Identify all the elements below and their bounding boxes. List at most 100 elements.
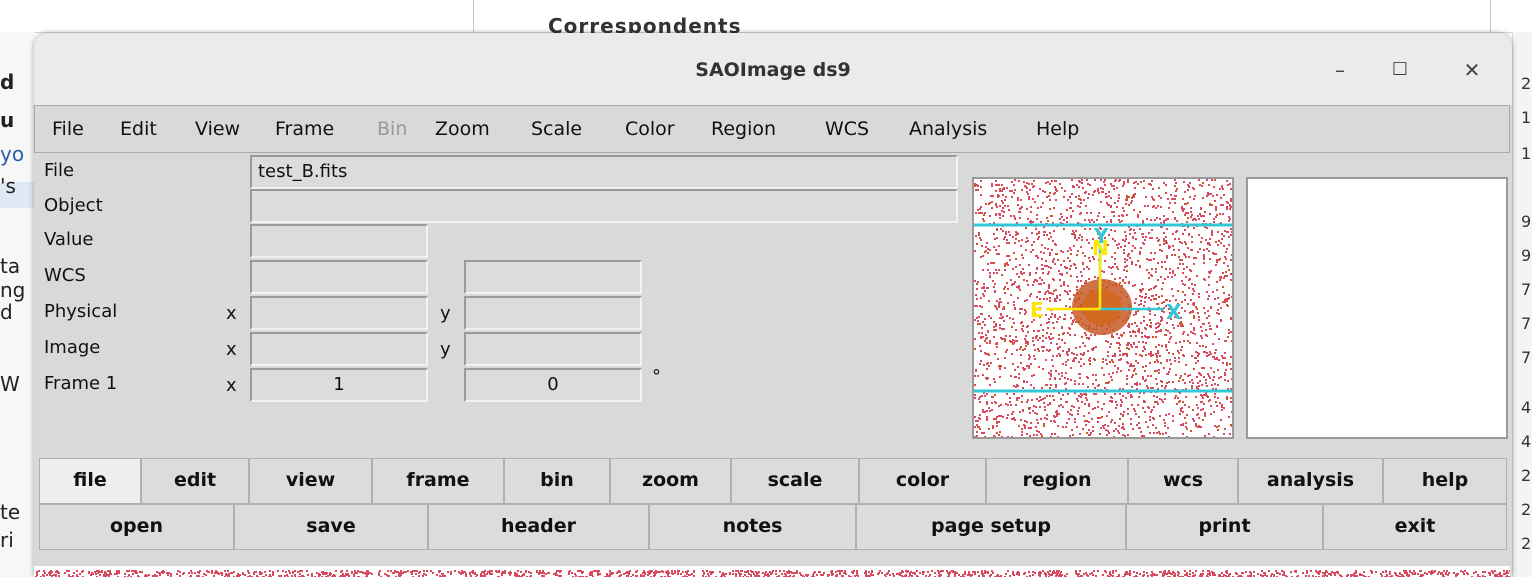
physical-label: Physical	[44, 301, 118, 322]
menu-wcs[interactable]: WCS	[825, 118, 869, 140]
background-left-list: d u yo 's ta ng d W te ri	[0, 32, 34, 577]
background-text-fragment: 's	[0, 174, 16, 198]
background-number-fragment: 9	[1521, 212, 1532, 231]
background-number-fragment: 4	[1521, 432, 1532, 451]
background-text-fragment: te	[0, 500, 21, 524]
frame-angle-field: 0	[464, 368, 642, 402]
background-number-fragment: 9	[1521, 246, 1532, 265]
wcs-y-field	[464, 260, 642, 294]
frame-label: Frame 1	[44, 373, 118, 394]
menu-frame[interactable]: Frame	[275, 118, 334, 140]
physical-x-label: x	[226, 303, 237, 324]
menu-file[interactable]: File	[52, 118, 84, 140]
panner-view[interactable]: N E X Y	[972, 177, 1234, 439]
button-zoom[interactable]: zoom	[610, 458, 731, 504]
object-label: Object	[44, 195, 103, 216]
button-analysis[interactable]: analysis	[1238, 458, 1383, 504]
background-number-fragment: 2	[1521, 74, 1532, 93]
background-text-fragment: d	[0, 300, 13, 324]
background-separator	[1490, 0, 1491, 32]
file-label: File	[44, 160, 75, 181]
button-header[interactable]: header	[428, 504, 649, 550]
background-text-fragment: ta	[0, 254, 21, 278]
menu-region[interactable]: Region	[711, 118, 776, 140]
background-number-fragment: 4	[1521, 398, 1532, 417]
value-field	[250, 224, 428, 258]
button-scale[interactable]: scale	[731, 458, 859, 504]
buttonbar-bottom-row: open save header notes page setup print …	[34, 504, 1510, 550]
button-print[interactable]: print	[1126, 504, 1323, 550]
menu-view[interactable]: View	[195, 118, 240, 140]
background-number-fragment: 7	[1521, 280, 1532, 299]
button-open[interactable]: open	[39, 504, 234, 550]
file-name-field: test_B.fits	[250, 155, 958, 189]
menu-edit[interactable]: Edit	[120, 118, 157, 140]
menu-bar: File Edit View Frame Bin Zoom Scale Colo…	[34, 105, 1510, 153]
image-canvas-noise	[35, 570, 1510, 577]
physical-y-field	[464, 296, 642, 330]
menu-bin: Bin	[377, 118, 408, 140]
close-button[interactable]: ✕	[1455, 53, 1489, 87]
background-right-column: 2 1 1 9 9 7 7 7 4 4 2 2 2	[1512, 32, 1532, 577]
background-text-fragment: ri	[0, 528, 14, 552]
magnifier-view	[1246, 177, 1508, 439]
button-wcs[interactable]: wcs	[1128, 458, 1238, 504]
maximize-button[interactable]: ☐	[1383, 53, 1417, 87]
background-number-fragment: 2	[1521, 466, 1532, 485]
wcs-x-field	[250, 260, 428, 294]
button-save[interactable]: save	[234, 504, 428, 550]
image-canvas[interactable]	[34, 566, 1510, 577]
frame-zoom-field: 1	[250, 368, 428, 402]
background-text-fragment: u	[0, 108, 15, 132]
menu-help[interactable]: Help	[1036, 118, 1079, 140]
image-x-field	[250, 332, 428, 366]
degree-symbol: °	[652, 366, 661, 387]
background-text-fragment: d	[0, 70, 15, 94]
button-edit[interactable]: edit	[141, 458, 249, 504]
button-page-setup[interactable]: page setup	[856, 504, 1126, 550]
background-number-fragment: 7	[1521, 314, 1532, 333]
physical-y-label: y	[440, 303, 451, 324]
background-text-fragment: W	[0, 372, 20, 396]
button-notes[interactable]: notes	[649, 504, 856, 550]
background-number-fragment: 1	[1521, 108, 1532, 127]
button-frame[interactable]: frame	[372, 458, 504, 504]
buttonbar-top-row: file edit view frame bin zoom scale colo…	[34, 458, 1510, 504]
panner-image: N E X Y	[974, 179, 1232, 437]
window-title: SAOImage ds9	[695, 59, 851, 81]
button-help[interactable]: help	[1383, 458, 1507, 504]
object-field	[250, 189, 958, 223]
image-label: Image	[44, 337, 101, 358]
image-y-label: y	[440, 339, 451, 360]
button-region[interactable]: region	[986, 458, 1128, 504]
axis-y-label: Y	[1093, 224, 1109, 248]
button-file[interactable]: file	[39, 458, 141, 504]
button-view[interactable]: view	[249, 458, 372, 504]
background-app-header: Correspondents	[0, 0, 1532, 38]
button-bin[interactable]: bin	[504, 458, 610, 504]
background-number-fragment: 1	[1521, 144, 1532, 163]
image-x-label: x	[226, 339, 237, 360]
minimize-button[interactable]: –	[1323, 53, 1357, 87]
background-text-fragment: ng	[0, 278, 26, 302]
ds9-window: SAOImage ds9 – ☐ ✕ File Edit View Frame …	[34, 33, 1512, 577]
title-bar[interactable]: SAOImage ds9 – ☐ ✕	[34, 33, 1512, 105]
menu-scale[interactable]: Scale	[531, 118, 582, 140]
image-y-field	[464, 332, 642, 366]
button-exit[interactable]: exit	[1323, 504, 1507, 550]
background-number-fragment: 2	[1521, 534, 1532, 553]
compass-east-label: E	[1030, 298, 1044, 322]
background-separator	[473, 0, 474, 32]
value-label: Value	[44, 229, 94, 250]
button-color[interactable]: color	[859, 458, 986, 504]
background-number-fragment: 2	[1521, 500, 1532, 519]
background-text-fragment: yo	[0, 142, 25, 166]
menu-color[interactable]: Color	[625, 118, 675, 140]
axis-x-label: X	[1166, 300, 1182, 324]
physical-x-field	[250, 296, 428, 330]
menu-zoom[interactable]: Zoom	[435, 118, 490, 140]
background-number-fragment: 7	[1521, 348, 1532, 367]
menu-analysis[interactable]: Analysis	[909, 118, 987, 140]
wcs-label: WCS	[44, 265, 86, 286]
frame-x-label: x	[226, 375, 237, 396]
